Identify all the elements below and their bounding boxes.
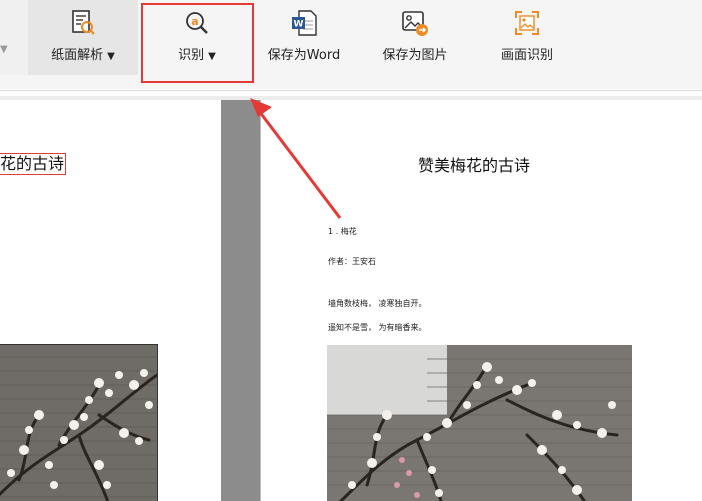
paper-parse-button[interactable]: 纸面解析 ▼ xyxy=(28,0,138,75)
poem-heading: 1 . 梅花 xyxy=(328,227,357,236)
result-page: 赞美梅花的古诗 1 . 梅花 作者：王安石 墙角数枝梅， 凌寒独自开。 遥知不是… xyxy=(260,100,702,501)
chevron-down-icon: ▼ xyxy=(0,44,8,55)
word-file-icon: W xyxy=(289,8,319,38)
screen-recognize-button[interactable]: 画面识别 xyxy=(482,0,572,75)
poem-line-2: 遥知不是雪， 为有暗香来。 xyxy=(328,323,427,332)
toolbar-divider xyxy=(0,90,702,91)
image-export-icon xyxy=(400,8,430,38)
paper-parse-label: 纸面解析 xyxy=(51,48,104,63)
source-page: 花的古诗 xyxy=(0,100,221,501)
source-plum-blossom-image xyxy=(0,344,159,501)
save-as-image-label: 保存为图片 xyxy=(382,48,448,63)
toolbar: ▼ 纸面解析 ▼ a 识别 ▼ W 保存为Word 保存为图片 画面识别 xyxy=(0,0,702,89)
result-plum-blossom-image xyxy=(327,345,632,501)
save-as-word-label: 保存为Word xyxy=(267,48,341,63)
document-workspace[interactable]: 花的古诗 赞美梅花的古诗 1 . 梅花 作者：王安石 墙角数枝梅， 凌寒独自开。… xyxy=(0,100,702,501)
screen-capture-icon xyxy=(512,8,542,38)
result-title: 赞美梅花的古诗 xyxy=(418,156,531,175)
document-search-icon xyxy=(68,8,98,38)
svg-text:W: W xyxy=(294,20,304,30)
toolbar-left-stub[interactable]: ▼ xyxy=(0,0,28,75)
chevron-down-icon: ▼ xyxy=(107,51,115,62)
save-as-word-button[interactable]: W 保存为Word xyxy=(256,0,352,75)
poem-author: 作者：王安石 xyxy=(328,257,376,266)
highlight-box xyxy=(141,3,254,83)
screen-recognize-label: 画面识别 xyxy=(500,48,553,63)
page-gutter xyxy=(221,100,260,501)
save-as-image-button[interactable]: 保存为图片 xyxy=(366,0,464,75)
poem-line-1: 墙角数枝梅， 凌寒独自开。 xyxy=(328,299,427,308)
page-edge xyxy=(260,100,261,501)
source-title-selection[interactable]: 花的古诗 xyxy=(0,153,67,175)
